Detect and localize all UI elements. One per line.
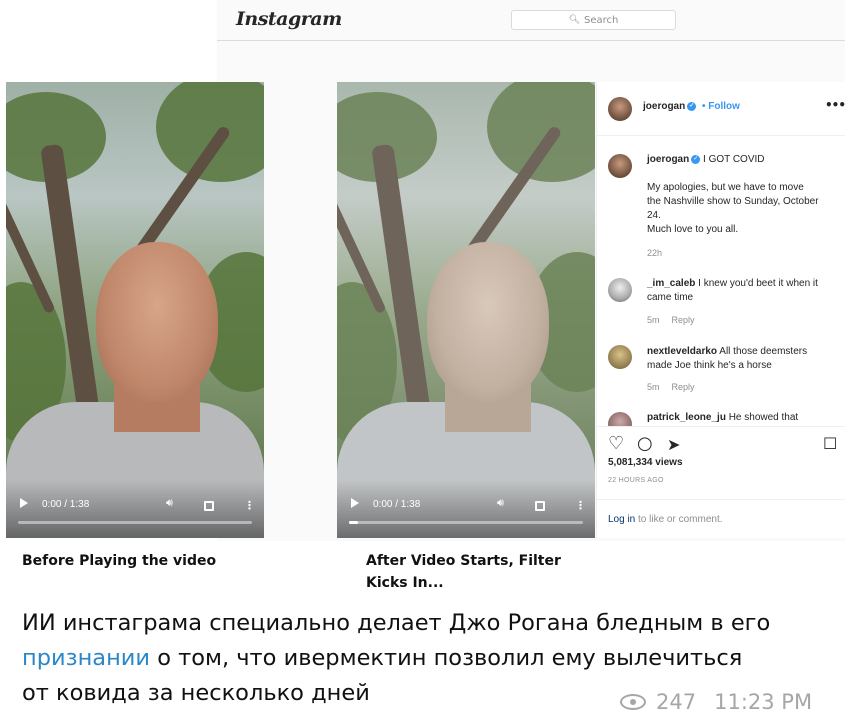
post-actions: ♡ ○ ➤ ☐ 5,081,334 views 22 HOURS AGO Log…: [597, 426, 845, 538]
play-icon[interactable]: [20, 498, 28, 508]
fullscreen-icon[interactable]: [535, 501, 545, 511]
comment-username[interactable]: nextleveldarko: [647, 346, 717, 357]
username-text[interactable]: joerogan: [643, 101, 685, 112]
post-timestamp: 22 HOURS AGO: [608, 477, 664, 484]
caption-avatar[interactable]: [608, 154, 632, 178]
caption-headline: joerogan ✓ I GOT COVID: [647, 153, 833, 167]
reply-button[interactable]: Reply: [672, 382, 695, 392]
comment-age: 5m: [647, 315, 660, 325]
eye-icon: [620, 694, 646, 710]
caption-headline-text: I GOT COVID: [703, 154, 765, 165]
comment-username[interactable]: patrick_leone_ju: [647, 412, 726, 423]
progress-fill: [349, 521, 359, 524]
video-time: 0:00 / 1:38: [42, 499, 90, 510]
more-options-icon[interactable]: ⋮: [244, 499, 255, 512]
video-time: 0:00 / 1:38: [373, 499, 421, 510]
comment-body: He showed that: [728, 412, 799, 423]
comment-username[interactable]: _im_caleb: [647, 278, 695, 289]
view-count: 5,081,334 views: [608, 457, 683, 468]
caption-line: My apologies, but we have to move: [647, 182, 804, 193]
play-icon[interactable]: [351, 498, 359, 508]
caption-username[interactable]: joerogan: [647, 154, 689, 165]
caption-line: Much love to you all.: [647, 224, 739, 235]
video-controls: 0:00 / 1:38 🔊︎ ⋮: [6, 480, 264, 538]
comment-text: made Joe think he's a horse: [647, 360, 772, 371]
caption-line: 24.: [647, 210, 661, 221]
progress-bar[interactable]: [18, 521, 252, 524]
verified-badge-icon: ✓: [687, 101, 697, 111]
post-username[interactable]: joerogan ✓: [643, 101, 697, 112]
comment-age: 5m: [647, 382, 660, 392]
message-line-rest: о том, что ивермектин позволил ему вылеч…: [150, 645, 743, 671]
volume-icon[interactable]: 🔊︎: [497, 496, 504, 510]
view-count: 247: [656, 690, 697, 714]
caption-age: 22h: [647, 248, 663, 258]
search-placeholder: Search: [584, 14, 619, 26]
avatar[interactable]: [608, 97, 632, 121]
search-icon: 🔍︎: [568, 15, 581, 25]
follow-button[interactable]: • Follow: [702, 101, 740, 112]
message-meta: 247 11:23 PM: [620, 690, 812, 714]
login-suffix: to like or comment.: [635, 514, 723, 525]
after-label-line2: Kicks In...: [366, 575, 444, 591]
before-label: Before Playing the video: [22, 553, 217, 569]
instagram-header: Instagram 🔍︎ Search: [217, 0, 845, 41]
verified-badge-icon: ✓: [691, 154, 701, 164]
volume-icon[interactable]: 🔊︎: [166, 496, 173, 510]
search-input[interactable]: 🔍︎ Search: [511, 10, 676, 30]
message-line: ИИ инстаграма специально делает Джо Рога…: [22, 610, 771, 636]
face: [96, 242, 218, 402]
instagram-logo[interactable]: Instagram: [236, 8, 342, 30]
comment-avatar[interactable]: [608, 345, 632, 369]
caption-line: the Nashville show to Sunday, October: [647, 196, 819, 207]
progress-bar[interactable]: [349, 521, 583, 524]
more-options-icon[interactable]: ⋮: [575, 499, 586, 512]
instagram-post-panel: joerogan ✓ • Follow ••• joerogan ✓ I GOT C…: [596, 82, 845, 538]
comment-text: nextleveldarko All those deemsters: [647, 345, 833, 359]
comment-body: I knew you'd beet it when it: [698, 278, 818, 289]
follow-label: Follow: [708, 101, 740, 112]
comment-meta: 5m Reply: [647, 315, 695, 325]
like-heart-icon[interactable]: ♡: [608, 433, 624, 454]
comment-text: patrick_leone_ju He showed that: [647, 411, 833, 425]
fullscreen-icon[interactable]: [204, 501, 214, 511]
bookmark-icon[interactable]: ☐: [823, 434, 837, 453]
face: [427, 242, 549, 402]
post-header: joerogan ✓ • Follow •••: [597, 82, 845, 136]
after-label-line1: After Video Starts, Filter: [366, 553, 561, 569]
comment-meta: 5m Reply: [647, 382, 695, 392]
comment-avatar[interactable]: [608, 278, 632, 302]
comment-text: _im_caleb I knew you'd beet it when it: [647, 277, 833, 291]
message-line: признании о том, что ивермектин позволил…: [22, 641, 822, 676]
video-after[interactable]: 0:00 / 1:38 🔊︎ ⋮: [337, 82, 595, 538]
login-prompt: Log in to like or comment.: [597, 499, 845, 539]
login-link[interactable]: Log in: [608, 514, 635, 525]
video-before[interactable]: 0:00 / 1:38 🔊︎ ⋮: [6, 82, 264, 538]
comment-text: came time: [647, 292, 694, 303]
message-time: 11:23 PM: [714, 690, 813, 714]
reply-button[interactable]: Reply: [672, 315, 695, 325]
login-prompt-text: Log in to like or comment.: [608, 514, 723, 525]
message-link[interactable]: признании: [22, 645, 150, 671]
video-controls: 0:00 / 1:38 🔊︎ ⋮: [337, 480, 595, 538]
more-options-icon[interactable]: •••: [825, 98, 845, 112]
comment-bubble-icon[interactable]: ○: [637, 433, 653, 454]
share-send-icon[interactable]: ➤: [667, 435, 680, 454]
comment-body: All those deemsters: [719, 346, 808, 357]
